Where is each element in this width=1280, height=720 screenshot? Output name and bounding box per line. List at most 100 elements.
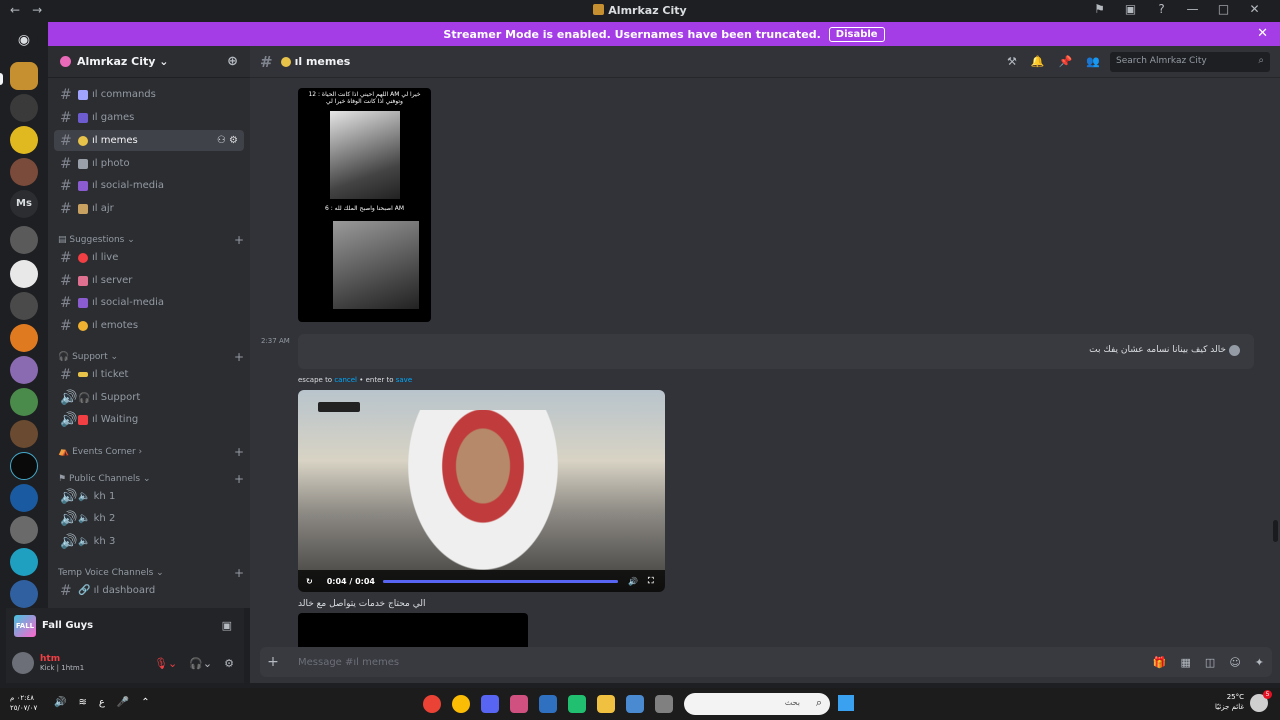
channel-social-media-2[interactable]: # ıl social-media [54,292,244,313]
maximize-button[interactable]: □ [1208,2,1239,16]
category-support[interactable]: 🎧 Support ⌄ + [58,350,244,364]
server-icon[interactable] [10,420,38,448]
pin-icon[interactable]: 📌 [1059,55,1073,68]
chrome-icon[interactable] [423,695,441,713]
gif-icon[interactable]: ▦ [1181,656,1191,669]
discord-home-icon[interactable]: ◉ [10,26,38,54]
volume-icon[interactable]: 🔊 [54,697,66,708]
user-meta[interactable]: htm Kick | 1htm1 [40,654,84,672]
voice-channel-kh3[interactable]: 🔊 🔈 kh 3 [54,531,244,552]
account-avatar[interactable]: 5 [1250,690,1272,712]
server-icon[interactable] [10,356,38,384]
add-channel-icon[interactable]: + [234,233,244,247]
server-ms[interactable]: Ms [10,190,38,218]
language-icon[interactable]: ع [99,697,105,708]
server-icon[interactable] [10,260,38,288]
disable-button[interactable]: Disable [828,26,885,42]
inbox-icon[interactable]: ⚑ [1084,2,1115,16]
cancel-link[interactable]: cancel [334,376,357,384]
channel-memes[interactable]: # ıl memes ⚇ ⚙ [54,130,244,151]
person-add-icon[interactable]: ⊕ [227,54,238,69]
server-icon[interactable] [10,484,38,512]
attach-plus-icon[interactable]: + [260,654,286,670]
server-header[interactable]: Almrkaz City ⌄ ⊕ [48,46,250,78]
server-icon[interactable] [10,292,38,320]
server-icon[interactable] [10,126,38,154]
emoji-icon[interactable]: ☺ [1229,656,1240,669]
store-icon[interactable] [626,695,644,713]
save-link[interactable]: save [396,376,412,384]
attachment-image[interactable] [298,613,528,647]
volume-icon[interactable]: 🔊 [628,577,638,586]
add-channel-icon[interactable]: + [234,472,244,486]
discord-icon[interactable] [481,695,499,713]
channel-live[interactable]: # ıl live [54,247,244,268]
server-icon[interactable] [10,94,38,122]
game-activity[interactable]: FALL GUYS Fall Guys ▣ [6,608,244,652]
avatar[interactable] [12,652,34,674]
gift-icon[interactable]: 🎁 [1153,656,1167,669]
voice-channel-support[interactable]: 🔊 🎧 ıl Support [54,387,244,408]
server-icon[interactable] [10,580,38,608]
app-icon[interactable] [539,695,557,713]
server-icon[interactable] [10,158,38,186]
bell-icon[interactable]: 🔔 [1031,55,1045,68]
channel-photo[interactable]: # ıl photo [54,153,244,174]
apps-icon[interactable]: ✦ [1255,656,1264,669]
add-channel-icon[interactable]: + [234,566,244,580]
replay-icon[interactable]: ↻ [306,577,313,586]
server-icon[interactable] [10,388,38,416]
weather-widget[interactable]: 25°C غائم جزئيًا [1215,692,1244,712]
server-icon[interactable] [10,548,38,576]
message-edit-input[interactable]: خالد كيف بينانا نسامه عشان يفك بت [298,334,1254,369]
server-icon[interactable] [10,226,38,254]
windows-start-icon[interactable] [838,695,854,711]
add-channel-icon[interactable]: + [234,350,244,364]
chrome-icon[interactable] [452,695,470,713]
app-icon[interactable] [655,695,673,713]
add-channel-icon[interactable]: + [234,445,244,459]
server-icon[interactable] [10,324,38,352]
channel-emotes[interactable]: # ıl emotes [54,315,244,336]
screen-icon[interactable]: ▣ [1115,2,1146,16]
clock[interactable]: ٠٢:٤٨ م ٢٥/٠٧/٠٧ [10,693,37,713]
voice-channel-kh1[interactable]: 🔊 🔈 kh 1 [54,486,244,507]
mic-muted-icon[interactable]: 🎙⌄ [154,657,177,670]
app-icon[interactable] [510,695,528,713]
category-temp-voice[interactable]: Temp Voice Channels ⌄ + [58,566,244,580]
app-icon[interactable] [568,695,586,713]
meme-image[interactable]: اللهم احيني اذا كانت الحياة : 12 AM خيرا… [298,88,431,322]
folder-icon[interactable] [597,695,615,713]
server-icon[interactable] [10,452,38,480]
sticker-icon[interactable]: ◫ [1205,656,1215,669]
wifi-icon[interactable]: ≋ [78,697,86,708]
channel-commands[interactable]: # ıl commands [54,84,244,105]
threads-icon[interactable]: ⚒ [1007,55,1017,68]
video-progress-track[interactable] [383,579,618,583]
channel-ajr[interactable]: # ıl ajr [54,198,244,219]
server-icon[interactable] [10,516,38,544]
chevron-up-icon[interactable]: ⌃ [141,697,149,708]
screen-share-icon[interactable]: ▣ [222,619,232,632]
category-events[interactable]: ⛺ Events Corner › + [58,445,244,459]
channel-settings-icon[interactable]: ⚇ ⚙ [217,135,238,146]
video-player[interactable]: ↻ 0:04 / 0:04 🔊 ⛶ [298,390,665,592]
search-input[interactable]: Search Almrkaz City ⌕ [1110,52,1270,72]
channel-social-media[interactable]: # ıl social-media [54,175,244,196]
channel-games[interactable]: # ıl games [54,107,244,128]
taskbar-search[interactable]: بحث ⌕ [684,693,830,715]
channel-dashboard[interactable]: # 🔗 ıl dashboard [54,580,244,601]
close-button[interactable]: ✕ [1239,2,1270,16]
close-icon[interactable]: ✕ [1257,26,1268,41]
scrollbar[interactable] [1273,520,1278,542]
voice-channel-waiting[interactable]: 🔊 ıl Waiting [54,409,244,430]
message-composer[interactable]: + Message #ıl memes 🎁 ▦ ◫ ☺ ✦ [260,647,1272,677]
server-icon[interactable] [10,62,38,90]
headphones-icon[interactable]: 🎧⌄ [189,657,212,670]
category-suggestions[interactable]: ▤ Suggestions ⌄ + [58,233,244,247]
category-public[interactable]: ⚑ Public Channels ⌄ + [58,472,244,486]
server-name[interactable]: Almrkaz City ⌄ [77,55,168,68]
emoji-icon[interactable] [1229,345,1240,356]
fullscreen-icon[interactable]: ⛶ [648,576,654,586]
members-icon[interactable]: 👥 [1086,55,1100,68]
